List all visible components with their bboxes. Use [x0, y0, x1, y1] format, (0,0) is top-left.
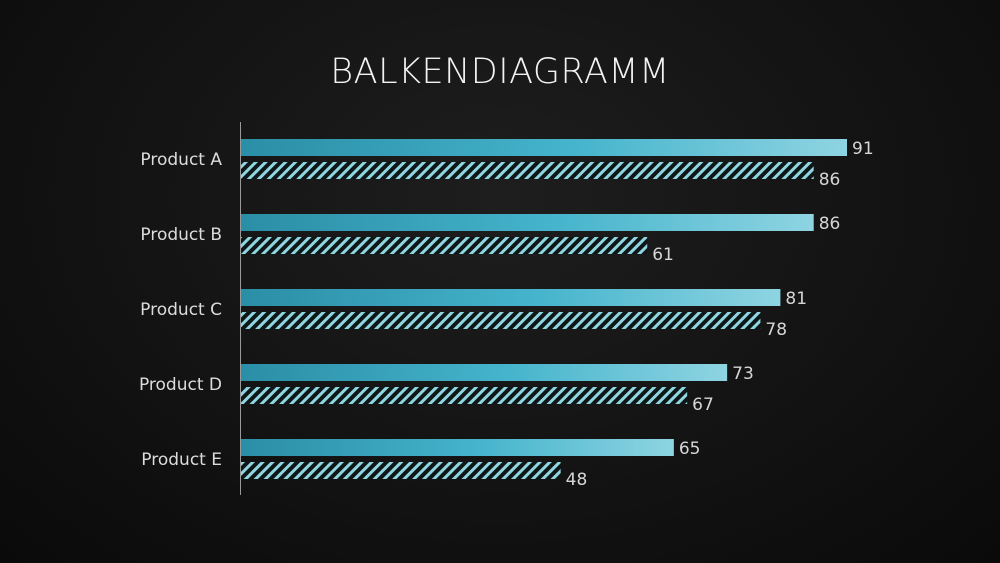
- slide: BALKENDIAGRAMM Product A 91 86 Product B 86 6…: [0, 0, 1000, 563]
- bar-primary: [241, 214, 814, 231]
- data-label: 73: [732, 364, 754, 384]
- data-label: 78: [765, 320, 787, 340]
- data-label: 67: [692, 395, 714, 415]
- category-label: Product D: [139, 375, 222, 395]
- bar-secondary: [241, 462, 561, 479]
- data-label: 81: [785, 289, 807, 309]
- category-label: Product C: [140, 300, 222, 320]
- data-label: 91: [852, 139, 874, 159]
- category-label: Product B: [140, 225, 222, 245]
- category-label: Product A: [140, 150, 222, 170]
- bar-secondary: [241, 162, 814, 179]
- data-label: 65: [679, 439, 701, 459]
- data-label: 86: [819, 214, 841, 234]
- category-label: Product E: [141, 450, 222, 470]
- bar-primary: [241, 139, 847, 156]
- data-label: 61: [652, 245, 674, 265]
- bar-primary: [241, 439, 674, 456]
- bar-primary: [241, 289, 781, 306]
- data-label: 48: [566, 470, 588, 490]
- data-label: 86: [819, 170, 841, 190]
- bar-secondary: [241, 387, 688, 404]
- bar-secondary: [241, 237, 648, 254]
- bar-secondary: [241, 312, 761, 329]
- bar-chart: Product A 91 86 Product B 86 61 Product C 81 78 P…: [139, 122, 874, 495]
- bar-primary: [241, 364, 728, 381]
